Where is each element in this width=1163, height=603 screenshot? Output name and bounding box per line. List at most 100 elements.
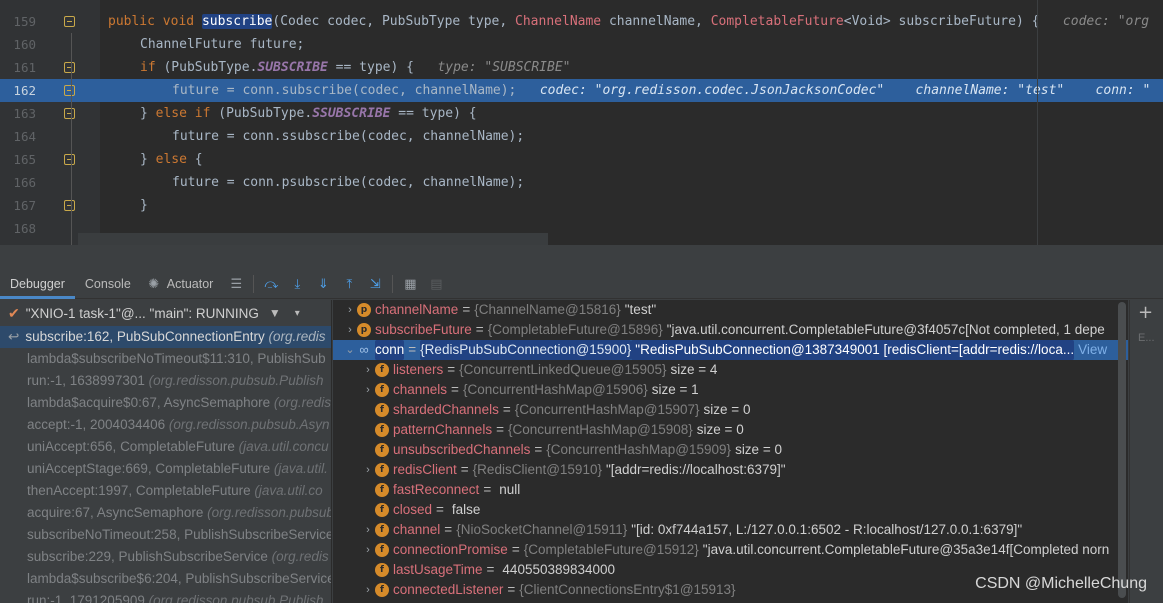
stack-frame[interactable]: uniAcceptStage:669, CompletableFuture (j… — [0, 458, 331, 480]
variable-row[interactable]: › f channels = {ConcurrentHashMap@15906} size… — [333, 380, 1128, 400]
stack-frame[interactable]: thenAccept:1997, CompletableFuture (java… — [0, 480, 331, 502]
field-icon: f — [375, 583, 389, 597]
thread-selector[interactable]: ✔ "XNIO-1 task-1"@... "main": RUNNING ▼ … — [0, 300, 331, 326]
variable-row[interactable]: › f redisClient = {RedisClient@15910} "[addr=… — [333, 460, 1128, 480]
variable-type: {ConcurrentHashMap@15907} — [514, 402, 700, 417]
equals-sign: = — [502, 402, 511, 417]
view-link[interactable]: View — [1078, 340, 1107, 360]
line-number: 163 — [13, 106, 36, 121]
expand-arrow-icon[interactable]: › — [361, 580, 375, 600]
variables-scrollbar[interactable] — [1118, 302, 1126, 598]
expand-arrow-icon[interactable]: › — [361, 520, 375, 540]
equals-sign: = — [475, 322, 484, 337]
variables-tree: › p channelName = {ChannelName@15816} "test" ›… — [333, 300, 1128, 603]
variable-row[interactable]: f unsubscribedChannels = {ConcurrentHashMap… — [333, 440, 1128, 460]
fold-slot — [62, 194, 78, 217]
step-out-icon[interactable]: ⤒ — [339, 274, 359, 294]
expand-arrow-icon[interactable]: › — [343, 300, 357, 320]
variable-row[interactable]: › p channelName = {ChannelName@15816} "test" — [333, 300, 1128, 320]
expand-arrow-icon[interactable]: › — [343, 320, 357, 340]
stack-frame[interactable]: subscribeNoTimeout:258, PublishSubscribe… — [0, 524, 331, 546]
frame-method: uniAccept:656, CompletableFuture — [27, 439, 239, 454]
equals-sign: = — [483, 482, 492, 497]
tab-debugger[interactable]: Debugger — [0, 270, 75, 299]
run-to-cursor-icon[interactable]: ⇲ — [365, 274, 385, 294]
expand-arrow-icon[interactable]: › — [361, 380, 375, 400]
filter-icon[interactable]: ▼ — [269, 306, 281, 320]
code-line[interactable]: } else if (PubSubType.SSUBSCRIBE == type… — [100, 102, 1163, 125]
expand-arrow-icon[interactable]: › — [361, 360, 375, 380]
variable-row[interactable]: f shardedChannels = {ConcurrentHashMap@1590… — [333, 400, 1128, 420]
fold-icon[interactable] — [64, 154, 75, 165]
stack-frame[interactable]: run:-1, 1791205909 (org.redisson.pubsub.… — [0, 590, 331, 603]
stack-frame[interactable]: run:-1, 1638997301 (org.redisson.pubsub.… — [0, 370, 331, 392]
code-token: future = conn.subscribe(codec, channelNa… — [172, 83, 540, 98]
stack-frame[interactable]: acquire:67, AsyncSemaphore (org.redisson… — [0, 502, 331, 524]
code-line[interactable]: public void subscribe(Codec codec, PubSu… — [100, 10, 1163, 33]
frame-method: uniAcceptStage:669, CompletableFuture — [27, 461, 274, 476]
stack-frame[interactable]: lambda$acquire$0:67, AsyncSemaphore (org… — [0, 392, 331, 414]
fold-slot — [62, 148, 78, 171]
step-over-icon[interactable]: ⤼ — [261, 274, 281, 294]
evaluate-expression-icon[interactable]: ▦ — [400, 274, 420, 294]
add-watch-icon[interactable]: + — [1138, 302, 1153, 323]
stack-frame[interactable]: uniAccept:656, CompletableFuture (java.u… — [0, 436, 331, 458]
code-line[interactable]: if (PubSubType.SUBSCRIBE == type) { type… — [100, 56, 1163, 79]
variable-row[interactable]: › f connectionPromise = {CompletableFuture@1… — [333, 540, 1128, 560]
code-line[interactable]: ChannelFuture future; — [100, 33, 1163, 56]
debug-tool-window: Debugger Console ✺ Actuator ☰ ⤼ ⤓ ⇓ ⤒ ⇲ … — [0, 245, 1163, 603]
variable-value: "java.util.concurrent.CompletableFuture@… — [702, 542, 1110, 557]
code-line[interactable]: } — [100, 194, 1163, 217]
expand-arrow-icon[interactable]: › — [361, 460, 375, 480]
variable-row[interactable]: › f listeners = {ConcurrentLinkedQueue@15905… — [333, 360, 1128, 380]
collapse-arrow-icon[interactable]: ⌄ — [343, 340, 357, 360]
return-arrow-icon: ↩ — [8, 329, 20, 344]
trace-stream-icon[interactable]: ▤ — [426, 274, 446, 294]
variable-name: channels — [393, 382, 448, 397]
fold-icon[interactable] — [64, 16, 75, 27]
frame-method: run:-1, 1638997301 — [27, 373, 149, 388]
tab-console[interactable]: Console — [75, 270, 141, 299]
fold-icon[interactable] — [64, 200, 75, 211]
variable-row[interactable]: › f channel = {NioSocketChannel@15911} "[id: … — [333, 520, 1128, 540]
editor-horizontal-scrollbar[interactable] — [78, 233, 548, 245]
code-token: (Codec codec, PubSubType type, — [272, 14, 516, 29]
frame-method: subscribe:162, PubSubConnectionEntry — [25, 329, 269, 344]
stack-frame[interactable]: lambda$subscribe$6:204, PublishSubscribe… — [0, 568, 331, 590]
code-line[interactable]: future = conn.subscribe(codec, channelNa… — [100, 79, 1163, 102]
line-number: 166 — [13, 175, 36, 190]
code-token: } — [140, 198, 148, 213]
variable-row[interactable]: ⌄ ∞ conn = {RedisPubSubConnection@15900} "Red… — [333, 340, 1128, 360]
stack-frame[interactable]: accept:-1, 2004034406 (org.redisson.pubs… — [0, 414, 331, 436]
fold-icon[interactable] — [64, 85, 75, 96]
field-icon: f — [375, 363, 389, 377]
variable-row[interactable]: f closed = false — [333, 500, 1128, 520]
code-line[interactable]: future = conn.psubscribe(codec, channelN… — [100, 171, 1163, 194]
variable-value: false — [451, 502, 481, 517]
code-token: } — [140, 152, 156, 167]
code-line[interactable]: } else { — [100, 148, 1163, 171]
variable-row[interactable]: f patternChannels = {ConcurrentHashMap@1590… — [333, 420, 1128, 440]
chevron-down-icon[interactable]: ▾ — [295, 308, 300, 319]
field-icon: f — [375, 523, 389, 537]
tab-actuator[interactable]: Actuator — [167, 270, 224, 299]
current-stack-frame[interactable]: ↩ subscribe:162, PubSubConnectionEntry (o… — [0, 326, 331, 348]
variable-row[interactable]: f fastReconnect = null — [333, 480, 1128, 500]
fold-icon[interactable] — [64, 62, 75, 73]
step-into-icon[interactable]: ⤓ — [287, 274, 307, 294]
actuator-icon[interactable]: ✺ — [144, 274, 164, 294]
expand-arrow-icon[interactable]: › — [361, 540, 375, 560]
force-step-into-icon[interactable]: ⇓ — [313, 274, 333, 294]
frame-method: lambda$acquire$0:67, AsyncSemaphore — [27, 395, 274, 410]
code-editor[interactable]: 159 160 161 162 163 164 165 166 167 168 public vo… — [0, 0, 1163, 245]
inline-debug-hint: type: "SUBSCRIBE" — [437, 60, 571, 75]
variable-name: unsubscribedChannels — [393, 442, 531, 457]
stack-frame[interactable]: subscribe:229, PublishSubscribeService (… — [0, 546, 331, 568]
fold-icon[interactable] — [64, 108, 75, 119]
code-lines[interactable]: public void subscribe(Codec codec, PubSu… — [100, 10, 1163, 240]
variable-row[interactable]: › p subscribeFuture = {CompletableFuture@158… — [333, 320, 1128, 340]
line-number: 168 — [13, 221, 36, 236]
menu-icon[interactable]: ☰ — [226, 274, 246, 294]
code-line[interactable]: future = conn.ssubscribe(codec, channelN… — [100, 125, 1163, 148]
stack-frame[interactable]: lambda$subscribeNoTimeout$11:310, Publis… — [0, 348, 331, 370]
